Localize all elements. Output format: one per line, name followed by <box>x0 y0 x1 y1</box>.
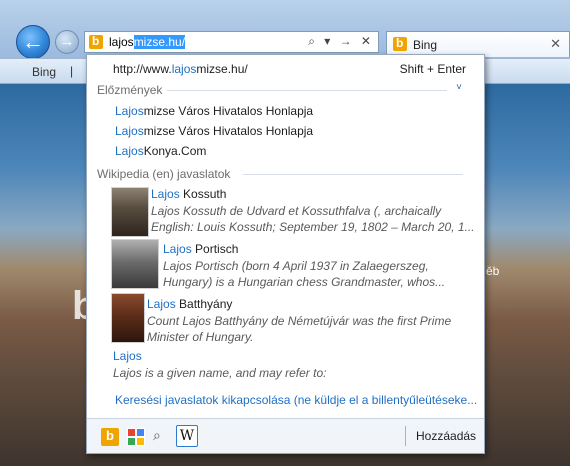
history-rest: mizse Város Hivatalos Honlapja <box>143 104 314 118</box>
search-icon[interactable]: ⌕ <box>153 427 171 445</box>
wiki-item-desc: Lajos is a given name, and may refer to: <box>113 366 327 380</box>
kossuth-portrait-thumbnail <box>111 187 149 237</box>
portisch-photo-thumbnail <box>111 239 159 289</box>
wiki-item-desc: English: Louis Kossuth; September 19, 18… <box>151 220 475 234</box>
footer-separator <box>405 426 406 446</box>
address-text[interactable]: lajosmizse.hu/ <box>109 35 186 49</box>
wiki-item-desc: Hungary) is a Hungarian chess Grandmaste… <box>163 275 446 289</box>
tab-label: Bing <box>413 38 438 52</box>
wiki-rest: Kossuth <box>179 187 227 201</box>
wiki-match: Lajos <box>163 242 192 256</box>
command-bar-separator: | <box>70 64 74 78</box>
history-rest: Konya.Com <box>143 144 207 158</box>
wiki-match: Lajos <box>151 187 180 201</box>
forward-arrow-icon: → <box>59 33 75 50</box>
wikipedia-provider-icon[interactable]: W <box>176 425 198 447</box>
address-bar-icons[interactable]: ⌕ ▾ → ✕ <box>308 34 374 49</box>
wiki-item-title[interactable]: Lajos Portisch <box>163 242 238 256</box>
wiki-rest: Batthyány <box>175 297 233 311</box>
shortcut-hint: Shift + Enter <box>399 62 466 76</box>
wiki-item-title[interactable]: Lajos Kossuth <box>151 187 226 201</box>
wiki-item-desc: Lajos Kossuth de Udvard et Kossuthfalva … <box>151 204 442 218</box>
wiki-item-title[interactable]: Lajos Batthyány <box>147 297 232 311</box>
url-match: lajos <box>171 62 197 76</box>
url-prefix: http://www. <box>113 62 172 76</box>
history-item[interactable]: Lajosmizse Város Hivatalos Honlapja <box>115 104 313 118</box>
back-arrow-icon: ← <box>22 29 44 54</box>
wiki-item-desc: Lajos Portisch (born 4 April 1937 in Zal… <box>163 259 429 273</box>
history-item[interactable]: Lajosmizse Város Hivatalos Honlapja <box>115 124 313 138</box>
search-provider-bar: ⌕ W Hozzáadás <box>87 418 484 453</box>
address-autocomplete-selection: mizse.hu/ <box>133 35 186 49</box>
command-bar-bing-link[interactable]: Bing <box>32 65 56 79</box>
google-provider-icon[interactable] <box>127 428 145 446</box>
page-partial-text: ěb <box>486 264 500 278</box>
address-bar[interactable]: lajosmizse.hu/ ⌕ ▾ → ✕ <box>84 31 379 53</box>
history-match: Lajos <box>115 144 144 158</box>
bing-favicon-icon <box>89 34 103 49</box>
wikipedia-divider <box>243 174 463 175</box>
forward-button[interactable]: → <box>55 30 79 54</box>
batthyany-portrait-thumbnail <box>111 293 145 343</box>
bing-tab-favicon-icon <box>393 36 407 51</box>
wiki-item-desc: Count Lajos Batthyány de Németújvár was … <box>147 314 452 328</box>
history-match: Lajos <box>115 104 144 118</box>
wiki-item-desc: Minister of Hungary. <box>147 330 254 344</box>
autocomplete-dropdown: http://www.lajosmizse.hu/ Shift + Enter … <box>86 54 485 454</box>
history-rest: mizse Város Hivatalos Honlapja <box>143 124 314 138</box>
bing-provider-icon[interactable] <box>101 428 119 446</box>
close-tab-icon[interactable]: ✕ <box>550 36 561 52</box>
disable-suggestions-link[interactable]: Keresési javaslatok kikapcsolása (ne kül… <box>115 393 477 407</box>
history-expand-icon[interactable]: ˅ <box>456 82 462 93</box>
address-typed-text: lajos <box>109 35 134 49</box>
add-provider-button[interactable]: Hozzáadás <box>416 429 476 443</box>
history-header: Előzmények <box>97 83 163 97</box>
wiki-rest: Portisch <box>191 242 239 256</box>
wiki-match: Lajos <box>147 297 176 311</box>
wiki-item-title[interactable]: Lajos <box>113 349 142 363</box>
url-suggestion[interactable]: http://www.lajosmizse.hu/ <box>113 62 248 76</box>
history-match: Lajos <box>115 124 144 138</box>
wikipedia-header: Wikipedia (en) javaslatok <box>97 167 231 181</box>
url-suffix: mizse.hu/ <box>196 62 248 76</box>
history-item[interactable]: LajosKonya.Com <box>115 144 206 158</box>
back-button[interactable]: ← <box>16 25 50 59</box>
history-divider <box>167 90 447 91</box>
